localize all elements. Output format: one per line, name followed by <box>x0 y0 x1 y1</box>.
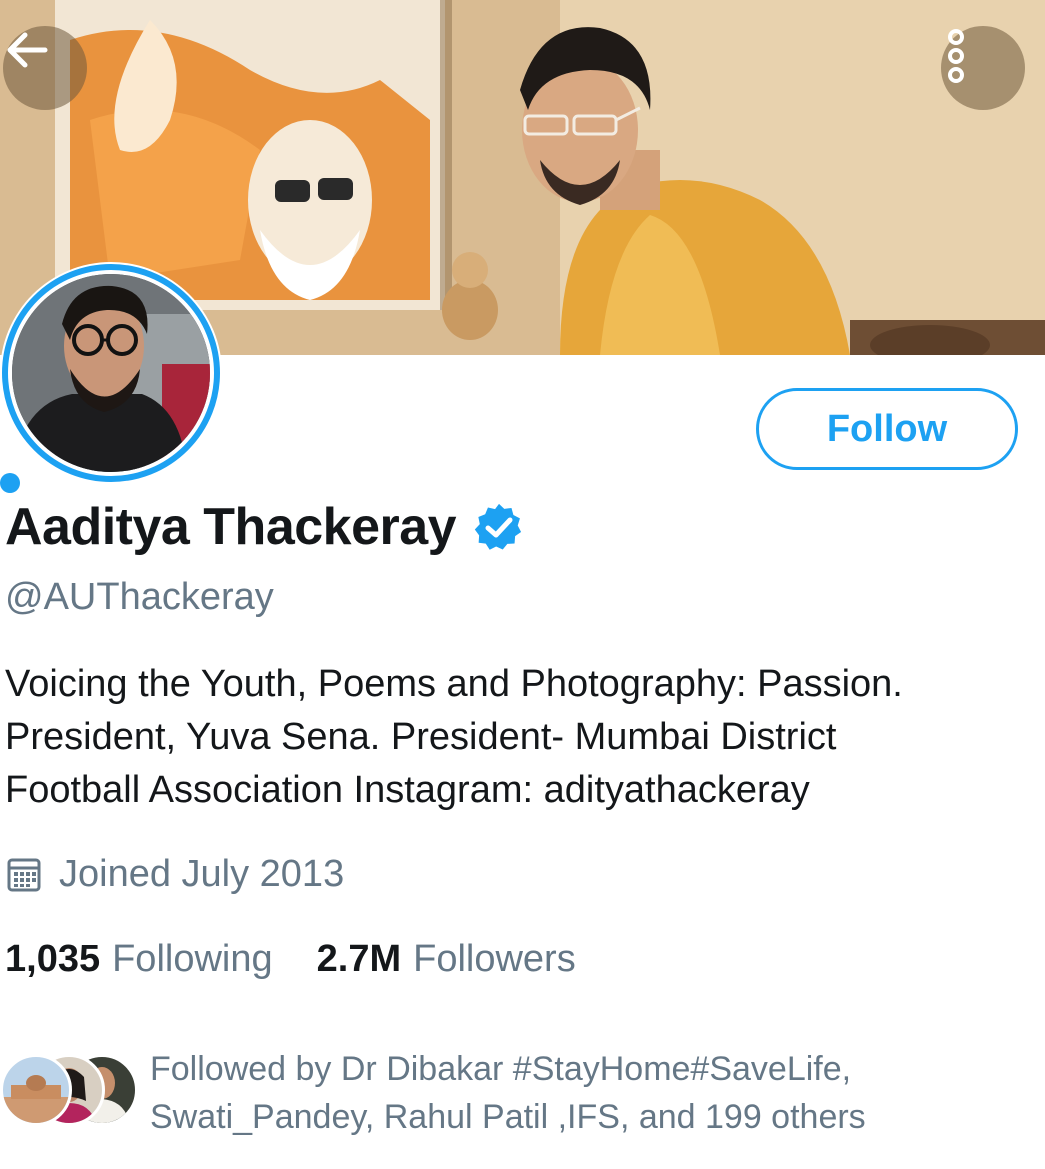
profile-bio: Voicing the Youth, Poems and Photography… <box>5 658 1035 817</box>
following-label: Following <box>112 938 273 980</box>
bio-line: Voicing the Youth, Poems and Photography… <box>5 663 903 705</box>
joined-date: Joined July 2013 <box>59 853 345 895</box>
more-options-button[interactable] <box>941 26 1025 110</box>
bio-line: President, Yuva Sena. President- Mumbai … <box>5 716 837 758</box>
followers-count: 2.7M <box>316 938 402 980</box>
followed-by-avatars[interactable] <box>0 1054 140 1126</box>
name-row: Aaditya Thackeray <box>5 497 524 557</box>
user-handle: @AUThackeray <box>5 576 274 618</box>
fleet-indicator-dot <box>0 473 20 493</box>
bio-line: Football Association Instagram: adityath… <box>5 769 810 811</box>
following-stat[interactable]: 1,035 Following <box>5 938 273 981</box>
back-button[interactable] <box>3 26 87 110</box>
followed-by-line: Swati_Pandey, Rahul Patil ,IFS, and 199 … <box>150 1098 866 1136</box>
joined-date-row: Joined July 2013 <box>7 853 344 896</box>
more-vertical-icon <box>948 29 964 83</box>
arrow-left-icon <box>7 32 48 68</box>
follow-button[interactable]: Follow <box>756 388 1018 470</box>
followed-by-line: Followed by Dr Dibakar #StayHome#SaveLif… <box>150 1050 852 1088</box>
follow-stats: 1,035 Following 2.7M Followers <box>5 938 576 981</box>
display-name: Aaditya Thackeray <box>5 498 457 556</box>
calendar-icon <box>7 858 41 891</box>
followed-by-text[interactable]: Followed by Dr Dibakar #StayHome#SaveLif… <box>150 1045 1030 1141</box>
verified-badge-icon <box>474 503 522 550</box>
following-count: 1,035 <box>5 938 101 980</box>
followers-stat[interactable]: 2.7M Followers <box>317 938 576 981</box>
profile-avatar[interactable] <box>12 274 210 472</box>
followers-label: Followers <box>413 938 576 980</box>
avatar-photo <box>12 274 210 472</box>
follower-avatar <box>0 1054 72 1126</box>
